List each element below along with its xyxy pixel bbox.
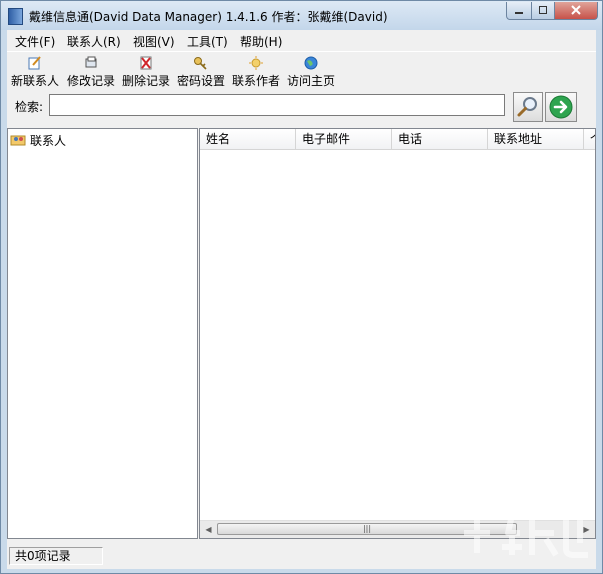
search-label: 检索: [15, 100, 44, 114]
column-header-more[interactable]: 个 [584, 129, 595, 149]
toolbar-label: 删除记录 [121, 74, 170, 88]
window-title: 戴维信息通(David Data Manager) 1.4.1.6 作者：张戴维… [29, 10, 388, 24]
key-icon [194, 57, 207, 70]
menu-tools[interactable]: 工具(T) [187, 33, 228, 50]
column-header-phone[interactable]: 电话 [392, 129, 488, 149]
app-window: 戴维信息通(David Data Manager) 1.4.1.6 作者：张戴维… [0, 0, 603, 574]
menu-bar: 文件(F) 联系人(R) 视图(V) 工具(T) 帮助(H) [7, 30, 596, 50]
column-header-email[interactable]: 电子邮件 [296, 129, 392, 149]
tree-item-label: 联系人 [30, 134, 67, 148]
visit-homepage-button[interactable]: 访问主页 [284, 54, 338, 92]
search-input[interactable] [49, 94, 505, 116]
title-bar[interactable]: 戴维信息通(David Data Manager) 1.4.1.6 作者：张戴维… [1, 1, 602, 30]
maximize-button[interactable] [531, 2, 555, 20]
contact-author-button[interactable]: 联系作者 [229, 54, 283, 92]
toolbar: 新联系人 修改记录 删除记录 密码设置 联系作者 访问主页 [7, 51, 596, 94]
column-header-address[interactable]: 联系地址 [488, 129, 584, 149]
contacts-tree[interactable]: 联系人 [7, 128, 198, 539]
menu-contacts[interactable]: 联系人(R) [67, 33, 121, 50]
maximize-icon [539, 6, 547, 14]
menu-file[interactable]: 文件(F) [15, 33, 55, 50]
toolbar-label: 新联系人 [10, 74, 59, 88]
arrow-right-icon [549, 95, 573, 119]
column-header-name[interactable]: 姓名 [200, 129, 296, 149]
contacts-folder-icon [10, 135, 26, 146]
contacts-list[interactable]: 姓名 电子邮件 电话 联系地址 个 ◀ ||| ▶ [199, 128, 596, 539]
close-icon [571, 5, 581, 15]
contact-author-icon [249, 56, 263, 70]
new-contact-button[interactable]: 新联系人 [8, 54, 62, 92]
edit-record-icon [85, 56, 97, 68]
delete-record-icon [140, 56, 152, 70]
minimize-button[interactable] [506, 2, 532, 20]
toolbar-label: 访问主页 [286, 74, 335, 88]
menu-help[interactable]: 帮助(H) [240, 33, 282, 50]
password-settings-button[interactable]: 密码设置 [174, 54, 228, 92]
app-icon [8, 8, 23, 25]
client-area: 文件(F) 联系人(R) 视图(V) 工具(T) 帮助(H) 新联系人 修改记录… [7, 30, 596, 569]
menu-view[interactable]: 视图(V) [133, 33, 175, 50]
close-button[interactable] [554, 2, 598, 20]
toolbar-label: 修改记录 [66, 74, 115, 88]
toolbar-label: 密码设置 [176, 74, 225, 88]
record-count: 共0项记录 [9, 547, 103, 565]
go-button[interactable] [545, 92, 577, 122]
minimize-icon [515, 12, 523, 14]
watermark-logo [464, 508, 588, 558]
list-header: 姓名 电子邮件 电话 联系地址 个 [200, 129, 595, 150]
edit-record-button[interactable]: 修改记录 [64, 54, 118, 92]
delete-record-button[interactable]: 删除记录 [119, 54, 173, 92]
tree-item-contacts[interactable]: 联系人 [10, 132, 66, 148]
new-contact-icon [28, 56, 41, 70]
magnifier-icon [517, 97, 537, 117]
search-button[interactable] [513, 92, 543, 122]
scroll-left-button[interactable]: ◀ [200, 521, 217, 538]
toolbar-label: 联系作者 [231, 74, 280, 88]
globe-icon [304, 56, 318, 70]
search-bar: 检索: [7, 92, 596, 126]
